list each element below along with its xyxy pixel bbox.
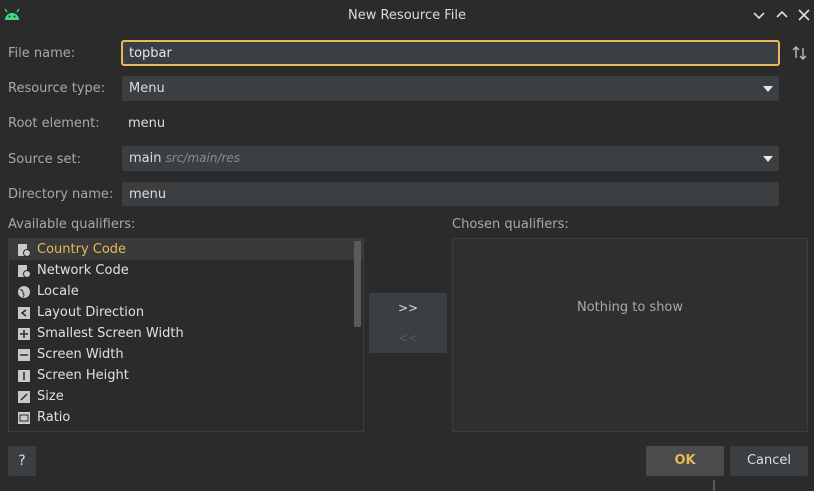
list-item-label: Country Code — [37, 242, 127, 257]
list-item-label: Locale — [37, 284, 79, 299]
chevron-up-icon[interactable] — [773, 6, 791, 24]
list-item[interactable] — [9, 428, 363, 433]
list-scrollbar[interactable] — [354, 241, 361, 327]
close-icon[interactable] — [795, 6, 813, 24]
list-item[interactable]: Country Code — [9, 239, 363, 260]
window-title: New Resource File — [348, 8, 466, 23]
root-element-label: Root element: — [8, 116, 100, 131]
resize-grip[interactable] — [713, 480, 715, 491]
list-item-label: Network Code — [37, 263, 129, 278]
resource-type-dropdown[interactable]: Menu — [122, 76, 779, 101]
title-bar: New Resource File — [0, 0, 814, 31]
remove-qualifier-button[interactable]: << — [369, 323, 447, 353]
source-set-label: Source set: — [8, 152, 82, 167]
available-qualifiers-list[interactable]: Country Code Network Code Locale Layout … — [8, 238, 364, 432]
screen-height-icon — [18, 369, 30, 382]
smallest-width-icon — [18, 327, 30, 340]
ratio-icon — [18, 411, 30, 424]
directory-name-value: menu — [129, 187, 167, 202]
root-element-value: menu — [128, 116, 166, 131]
cancel-button[interactable]: Cancel — [730, 446, 808, 476]
resource-type-label: Resource type: — [8, 81, 106, 96]
source-set-path: src/main/res — [165, 151, 241, 165]
list-item-label: Screen Width — [37, 347, 124, 362]
ok-button[interactable]: OK — [646, 446, 724, 476]
list-item-label: Screen Height — [37, 368, 129, 383]
size-icon — [18, 390, 30, 403]
list-item[interactable]: Locale — [9, 281, 363, 302]
list-item-label: Smallest Screen Width — [37, 326, 184, 341]
list-item-label: Ratio — [37, 410, 71, 425]
list-item[interactable]: Screen Width — [9, 344, 363, 365]
add-qualifier-button[interactable]: >> — [369, 293, 447, 323]
directory-name-label: Directory name: — [8, 187, 114, 202]
source-set-value: main src/main/res — [129, 151, 240, 166]
help-button[interactable]: ? — [8, 446, 36, 476]
resource-type-value: Menu — [129, 81, 165, 96]
list-item[interactable]: Network Code — [9, 260, 363, 281]
empty-state-text: Nothing to show — [576, 300, 684, 315]
globe-icon — [18, 285, 30, 298]
list-item[interactable]: Smallest Screen Width — [9, 323, 363, 344]
chosen-qualifiers-list[interactable]: Nothing to show — [452, 238, 808, 432]
list-item-label: Layout Direction — [37, 305, 145, 320]
list-item-label: Size — [37, 389, 64, 404]
layout-direction-icon — [18, 306, 30, 319]
dropdown-arrow-icon — [763, 86, 773, 92]
list-item[interactable]: Size — [9, 386, 363, 407]
country-code-icon — [18, 243, 31, 257]
dropdown-arrow-icon — [763, 156, 773, 162]
source-set-name: main — [129, 151, 162, 166]
available-qualifiers-label: Available qualifiers: — [8, 217, 136, 232]
list-item[interactable]: Layout Direction — [9, 302, 363, 323]
screen-width-icon — [18, 348, 30, 361]
network-code-icon — [18, 264, 31, 278]
directory-name-input[interactable]: menu — [122, 182, 779, 206]
orientation-icon — [17, 432, 31, 433]
chevron-down-icon[interactable] — [750, 6, 768, 24]
list-item[interactable]: Ratio — [9, 407, 363, 428]
file-name-input[interactable] — [121, 40, 780, 66]
chosen-qualifiers-label: Chosen qualifiers: — [452, 217, 569, 232]
list-item[interactable]: Screen Height — [9, 365, 363, 386]
sort-icon[interactable] — [791, 44, 809, 62]
source-set-dropdown[interactable]: main src/main/res — [122, 146, 779, 171]
file-name-label: File name: — [8, 46, 76, 61]
